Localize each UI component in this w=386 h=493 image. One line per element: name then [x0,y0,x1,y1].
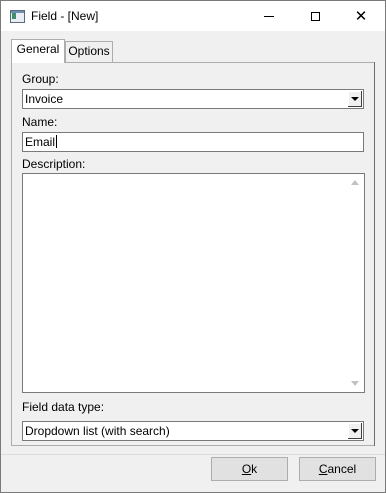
field-data-type-select[interactable]: Dropdown list (with search) [22,421,364,441]
cancel-label-rest: ancel [327,462,357,476]
field-dialog: Field - [New] ✕ General Options Group: I… [0,0,386,493]
window-title: Field - [New] [31,9,99,23]
group-dropdown-button[interactable] [347,91,362,107]
close-button[interactable]: ✕ [338,1,384,31]
text-caret [56,135,58,148]
tab-general-label: General [16,42,60,56]
tab-options[interactable]: Options [65,41,113,62]
name-field-content: Email [25,135,58,149]
button-bar-divider [1,454,385,455]
group-select-value: Invoice [25,92,64,106]
chevron-down-icon [351,429,359,433]
description-scrollbar[interactable] [347,174,364,392]
form-field-icon [10,10,25,23]
group-label: Group: [22,72,59,86]
scroll-down-arrow-icon[interactable] [351,381,359,386]
minimize-icon [264,15,274,17]
ok-label-rest: k [251,462,258,476]
description-label: Description: [22,157,86,171]
close-icon: ✕ [354,7,368,25]
minimize-button[interactable] [246,1,292,31]
chevron-down-icon [351,97,359,101]
maximize-icon [310,11,320,21]
name-field-value: Email [25,135,56,149]
tab-options-label: Options [68,44,110,58]
title-bar[interactable]: Field - [New] ✕ [1,1,385,31]
cancel-button[interactable]: Cancel [299,457,376,481]
name-label: Name: [22,115,58,129]
group-select[interactable]: Invoice [22,89,364,109]
ok-mnemonic: O [241,462,252,476]
name-field[interactable]: Email [22,132,364,152]
description-textarea[interactable] [22,173,365,393]
maximize-button[interactable] [292,1,338,31]
tab-general[interactable]: General [11,39,65,63]
scroll-up-arrow-icon[interactable] [351,180,359,185]
field-data-type-label: Field data type: [22,400,105,414]
field-data-type-value: Dropdown list (with search) [25,424,170,438]
ok-button[interactable]: Ok [211,457,288,481]
field-data-type-dropdown-button[interactable] [347,423,362,439]
